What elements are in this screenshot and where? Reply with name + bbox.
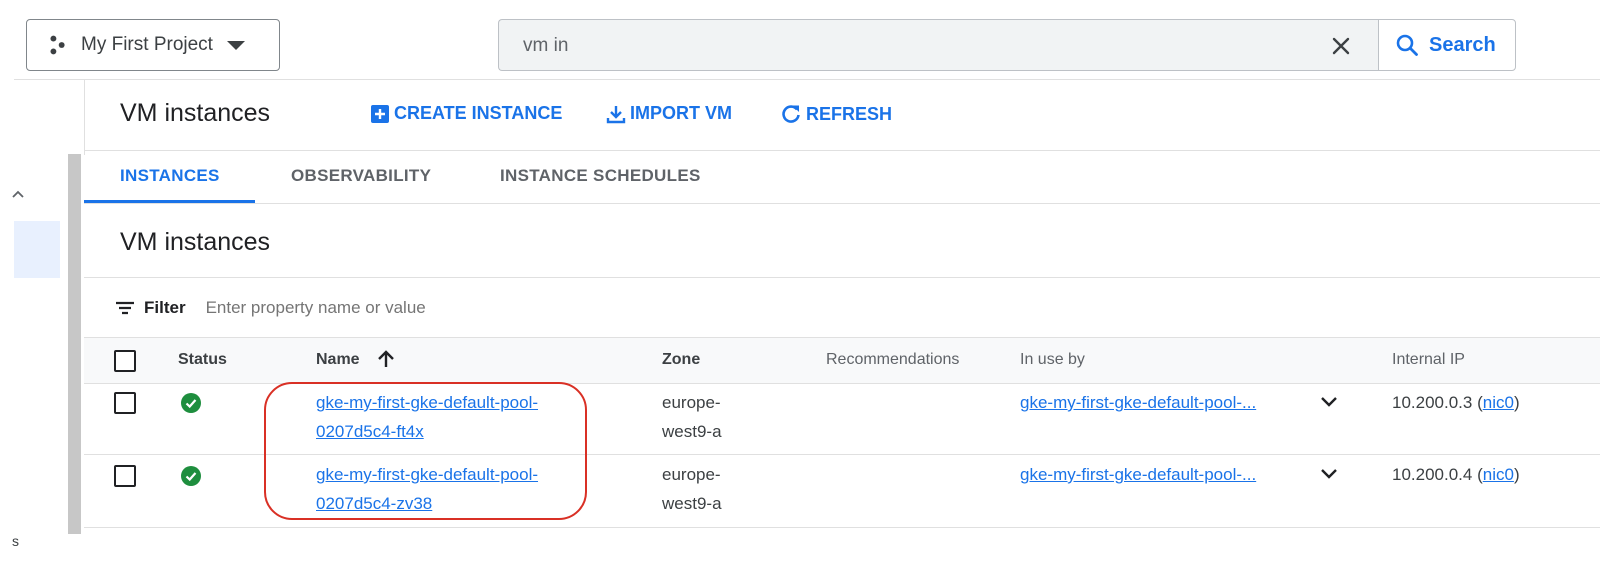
close-icon[interactable] <box>1329 34 1353 58</box>
divider <box>84 150 1600 151</box>
internal-ip-cell: 10.200.0.4 (nic0) <box>1392 460 1520 489</box>
in-use-by-link[interactable]: gke-my-first-gke-default-pool-... <box>1020 460 1256 489</box>
zone-cell: europe- west9-a <box>662 460 722 518</box>
chevron-down-icon[interactable] <box>1318 390 1340 412</box>
divider <box>84 337 1600 338</box>
tab-instances[interactable]: INSTANCES <box>120 166 220 186</box>
create-instance-label: CREATE INSTANCE <box>394 103 563 123</box>
sort-ascending-icon[interactable] <box>376 349 396 369</box>
divider <box>14 79 1600 80</box>
filter-bar[interactable]: Filter <box>114 298 606 318</box>
filter-input[interactable] <box>205 298 606 318</box>
zone-line: europe- <box>662 465 721 484</box>
nic-link[interactable]: nic0 <box>1483 465 1514 484</box>
chevron-down-icon[interactable] <box>1318 462 1340 484</box>
ip-close: ) <box>1513 465 1520 484</box>
section-title: VM instances <box>120 228 271 256</box>
download-icon <box>606 105 626 123</box>
import-vm-button[interactable]: IMPORT VM <box>606 103 732 124</box>
create-instance-button[interactable]: CREATE INSTANCE <box>370 103 562 124</box>
search-button-label: Search <box>1429 33 1496 56</box>
refresh-button[interactable]: REFRESH <box>780 103 892 125</box>
search-icon <box>1396 34 1418 56</box>
divider <box>84 277 1600 278</box>
import-vm-label: IMPORT VM <box>630 103 732 123</box>
zone-line: europe- <box>662 393 721 412</box>
scrollbar[interactable] <box>68 154 81 534</box>
filter-label: Filter <box>144 298 186 317</box>
project-icon <box>50 35 65 55</box>
refresh-label: REFRESH <box>806 103 893 124</box>
ip-close: ) <box>1513 393 1520 412</box>
search-button[interactable]: Search <box>1378 19 1516 71</box>
refresh-icon <box>782 105 800 123</box>
divider <box>84 203 1600 204</box>
tab-instance-schedules[interactable]: INSTANCE SCHEDULES <box>500 166 701 186</box>
nic-link[interactable]: nic0 <box>1483 393 1514 412</box>
check-circle-icon <box>181 393 201 413</box>
search-bar <box>498 19 1379 71</box>
divider <box>84 527 1600 528</box>
internal-ip: 10.200.0.3 ( <box>1392 393 1483 412</box>
rail-border <box>84 80 85 155</box>
zone-line: west9-a <box>662 494 722 513</box>
project-name: My First Project <box>81 34 213 55</box>
select-all-checkbox[interactable] <box>114 350 136 372</box>
search-input[interactable] <box>523 32 1283 60</box>
column-header-recommendations[interactable]: Recommendations <box>826 351 959 369</box>
sidebar-item-selected[interactable] <box>14 221 60 278</box>
sidebar-item-label: s <box>12 533 19 549</box>
internal-ip: 10.200.0.4 ( <box>1392 465 1483 484</box>
column-header-internal-ip[interactable]: Internal IP <box>1392 351 1465 369</box>
row-checkbox[interactable] <box>114 465 136 487</box>
column-header-in-use-by[interactable]: In use by <box>1020 351 1085 369</box>
project-selector[interactable]: My First Project <box>26 19 280 71</box>
page-title: VM instances <box>120 99 271 127</box>
row-checkbox[interactable] <box>114 392 136 414</box>
chevron-up-icon[interactable] <box>10 187 26 203</box>
zone-cell: europe- west9-a <box>662 388 722 446</box>
column-header-status[interactable]: Status <box>178 351 227 369</box>
filter-icon <box>116 301 134 315</box>
in-use-by-link[interactable]: gke-my-first-gke-default-pool-... <box>1020 388 1256 417</box>
column-header-name[interactable]: Name <box>316 351 360 369</box>
check-circle-icon <box>181 466 201 486</box>
add-box-icon <box>371 104 389 123</box>
internal-ip-cell: 10.200.0.3 (nic0) <box>1392 388 1520 417</box>
annotation-highlight <box>264 382 587 520</box>
column-header-zone[interactable]: Zone <box>662 351 700 369</box>
zone-line: west9-a <box>662 422 722 441</box>
tab-observability[interactable]: OBSERVABILITY <box>291 166 431 186</box>
caret-down-icon <box>226 40 245 50</box>
